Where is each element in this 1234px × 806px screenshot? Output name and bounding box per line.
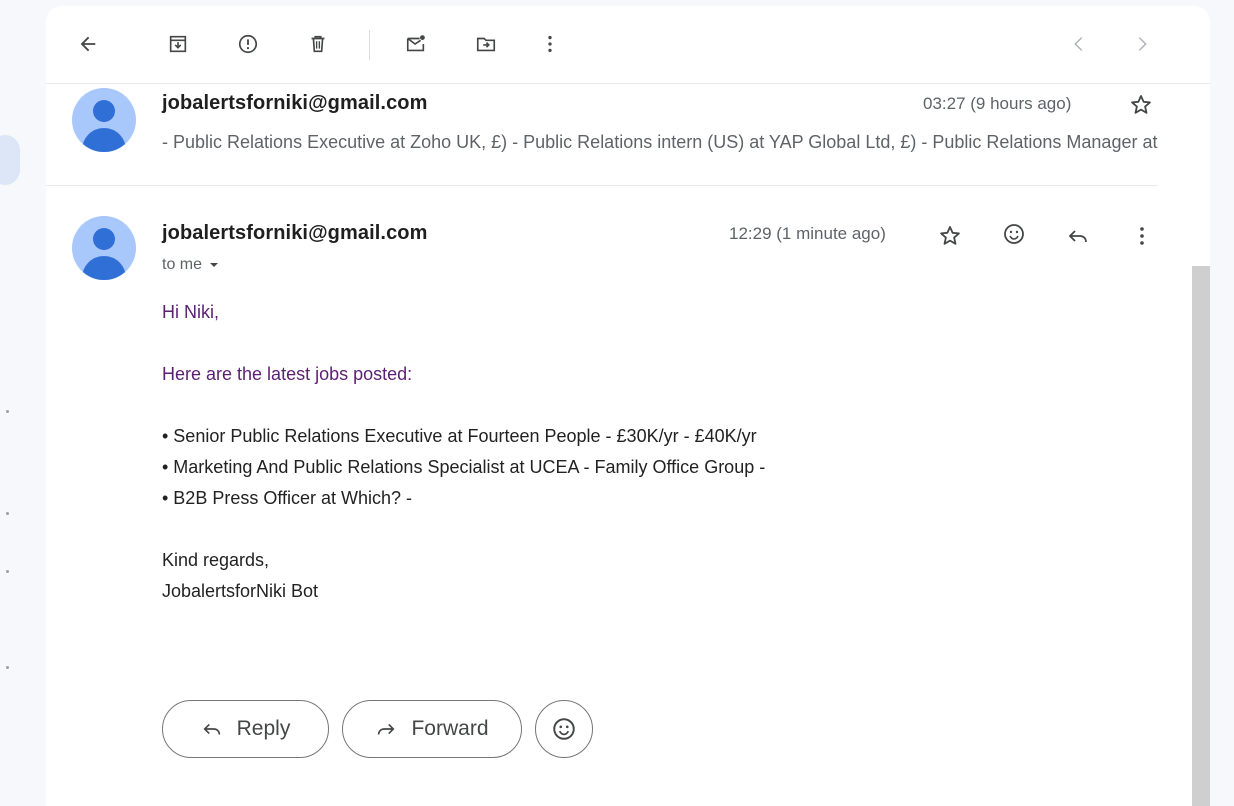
message-toolbar [46,6,1210,84]
more-options-button[interactable] [532,26,568,62]
star-icon [1131,95,1151,114]
add-reaction-button[interactable] [997,217,1031,251]
scrollbar-thumb[interactable] [1192,266,1210,806]
email-greeting: Hi Niki, [162,302,219,322]
older-button[interactable] [1124,26,1160,62]
archive-icon [169,35,187,53]
move-to-button[interactable] [468,26,504,62]
forward-arrow-icon [378,723,395,735]
delete-button[interactable] [300,26,336,62]
message-time: 03:27 (9 hours ago) [923,94,1072,113]
email-signoff: Kind regards, [162,550,270,570]
more-vert-icon [548,35,552,53]
forward-action-button[interactable]: Forward [342,700,522,758]
emoji-reaction-button[interactable] [535,700,593,758]
sender-avatar [72,216,136,280]
email-intro: Here are the latest jobs posted: [162,364,413,384]
smiley-icon [1004,224,1024,244]
rail-dot [6,512,9,515]
email-view-panel: jobalertsforniki@gmail.com 03:27 (9 hour… [46,6,1210,806]
next-chevron-icon [1138,37,1147,51]
back-button[interactable] [70,26,106,62]
email-signature: JobalertsforNiki Bot [162,581,319,601]
rail-active-pill[interactable] [0,135,20,185]
reply-label: Reply [236,717,291,740]
message-time: 12:29 (1 minute ago) [729,224,886,243]
reply-arrow-icon [203,723,220,735]
sender-email: jobalertsforniki@gmail.com [162,222,428,244]
toolbar-separator [369,30,370,60]
newer-button[interactable] [1061,26,1097,62]
report-spam-button[interactable] [230,26,266,62]
star-button[interactable] [933,219,967,253]
back-arrow-icon [80,36,96,52]
star-icon [940,226,960,245]
more-vert-icon [1140,227,1144,245]
prev-chevron-icon [1074,37,1083,51]
sender-email: jobalertsforniki@gmail.com [162,92,428,114]
mark-unread-icon [406,35,425,52]
rail-dot [6,570,9,573]
job-list-item: • B2B Press Officer at Which? - [162,488,413,508]
star-button[interactable] [1124,88,1158,122]
sender-avatar [72,88,136,152]
smiley-icon [553,718,575,740]
reply-arrow-icon [1068,230,1087,243]
message-more-button[interactable] [1125,219,1159,253]
recipient-label: to me [162,256,203,273]
rail-dot [6,410,9,413]
job-list-item: • Marketing And Public Relations Special… [162,457,766,477]
move-to-icon [476,37,496,52]
forward-label: Forward [411,717,489,740]
recipient-details[interactable]: to me [162,256,220,274]
left-rail [0,0,46,797]
job-list-item: • Senior Public Relations Executive at F… [162,426,757,446]
report-spam-icon [238,34,258,54]
mark-unread-button[interactable] [398,26,434,62]
message-snippet: - Public Relations Executive at Zoho UK,… [162,132,1158,152]
expanded-message: jobalertsforniki@gmail.com 12:29 (1 minu… [46,186,1210,806]
caret-down-icon [210,263,219,267]
reply-action-button[interactable]: Reply [162,700,329,758]
delete-icon [311,35,325,53]
reply-button[interactable] [1061,219,1095,253]
archive-button[interactable] [160,26,196,62]
rail-dot [6,666,9,669]
collapsed-message[interactable]: jobalertsforniki@gmail.com 03:27 (9 hour… [46,84,1210,186]
